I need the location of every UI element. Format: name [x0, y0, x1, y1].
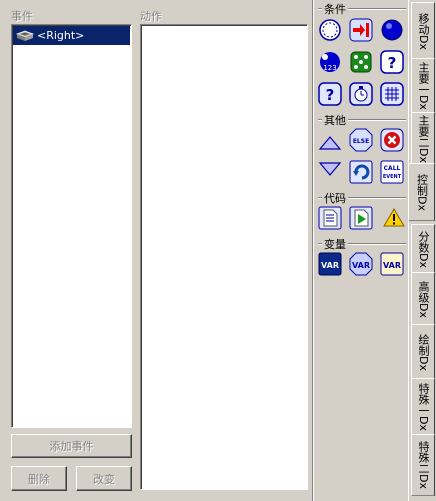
- tab-move[interactable]: 移动Dx: [411, 2, 435, 60]
- tab-move-label: 移动Dx: [417, 12, 430, 50]
- execute-script-icon[interactable]: [349, 206, 373, 230]
- test-mouse-icon[interactable]: [349, 82, 373, 106]
- svg-text:?: ?: [326, 86, 335, 104]
- add-event-button[interactable]: 添加事件: [11, 434, 132, 458]
- end-block-icon[interactable]: [318, 158, 342, 182]
- tab-extra[interactable]: 高级Dx: [411, 272, 435, 326]
- set-variable-icon[interactable]: VAR: [318, 252, 342, 276]
- start-block-icon[interactable]: [318, 130, 342, 154]
- tab-extra-label: 高级Dx: [417, 280, 430, 318]
- events-list[interactable]: <Right>: [11, 24, 132, 428]
- tab-control-label: 控制Dx: [415, 173, 429, 211]
- change-button[interactable]: 改变: [76, 466, 132, 491]
- variables-section-label: 变量: [322, 236, 348, 252]
- else-icon-text: ELSE: [353, 138, 369, 145]
- tab-main2[interactable]: 主要二Dx: [411, 112, 435, 166]
- code-section-label: 代码: [322, 190, 348, 206]
- test-collision-icon[interactable]: [349, 18, 373, 42]
- other-section-label: 其他: [322, 112, 348, 128]
- tab-main1-label: 主要一Dx: [417, 62, 430, 110]
- draw-variable-icon-text: VAR: [383, 261, 401, 270]
- actions-list[interactable]: [140, 24, 308, 490]
- test-question-ask-icon[interactable]: ?: [318, 82, 342, 106]
- test-object-icon[interactable]: [380, 18, 404, 42]
- else-icon[interactable]: ELSE: [349, 128, 373, 152]
- svg-text:?: ?: [388, 54, 397, 72]
- draw-variable-icon[interactable]: VAR: [380, 252, 404, 276]
- call-event-icon-text-event: EVENT: [383, 174, 402, 180]
- repeat-icon[interactable]: [349, 160, 373, 184]
- warning-comment-icon[interactable]: [382, 206, 406, 230]
- tab-special2[interactable]: 特殊二Dx: [411, 434, 435, 496]
- event-label: <Right>: [37, 29, 85, 42]
- keyboard-icon: [15, 29, 35, 43]
- tab-draw[interactable]: 绘制Dx: [411, 324, 435, 380]
- list-item[interactable]: <Right>: [13, 26, 130, 45]
- test-grid-icon[interactable]: [380, 82, 404, 106]
- tab-draw-label: 绘制Dx: [417, 333, 430, 371]
- tab-control[interactable]: 控制Dx: [409, 163, 435, 221]
- call-event-icon[interactable]: CALL EVENT: [380, 160, 404, 184]
- exit-event-icon[interactable]: [380, 128, 404, 152]
- svg-text:123: 123: [323, 64, 336, 72]
- tab-main1[interactable]: 主要一Dx: [411, 58, 435, 114]
- panel-divider-highlight: [313, 0, 314, 501]
- palette-frame-edge: [408, 0, 409, 501]
- delete-button[interactable]: 删除: [11, 466, 67, 491]
- tab-score-label: 分数Dx: [417, 230, 430, 268]
- events-header: 事件: [11, 10, 33, 23]
- set-variable-icon-text: VAR: [321, 261, 339, 270]
- actions-header: 动作: [140, 10, 162, 23]
- test-empty-icon[interactable]: [318, 18, 342, 42]
- tab-special2-label: 特殊二Dx: [417, 441, 430, 489]
- test-variable-icon[interactable]: VAR: [349, 252, 373, 276]
- execute-code-icon[interactable]: [318, 206, 342, 230]
- tab-score[interactable]: 分数Dx: [411, 224, 435, 274]
- test-instance-count-icon[interactable]: 123: [318, 50, 342, 74]
- conditions-section-label: 条件: [322, 1, 348, 17]
- test-chance-dice-icon[interactable]: [349, 50, 373, 74]
- call-event-icon-text-call: CALL: [384, 165, 401, 172]
- test-question-icon[interactable]: ?: [380, 50, 404, 74]
- tab-main2-label: 主要二Dx: [417, 115, 430, 163]
- tab-special1[interactable]: 特殊一Dx: [411, 378, 435, 436]
- test-variable-icon-text: VAR: [352, 261, 370, 270]
- tab-special1-label: 特殊一Dx: [417, 383, 430, 431]
